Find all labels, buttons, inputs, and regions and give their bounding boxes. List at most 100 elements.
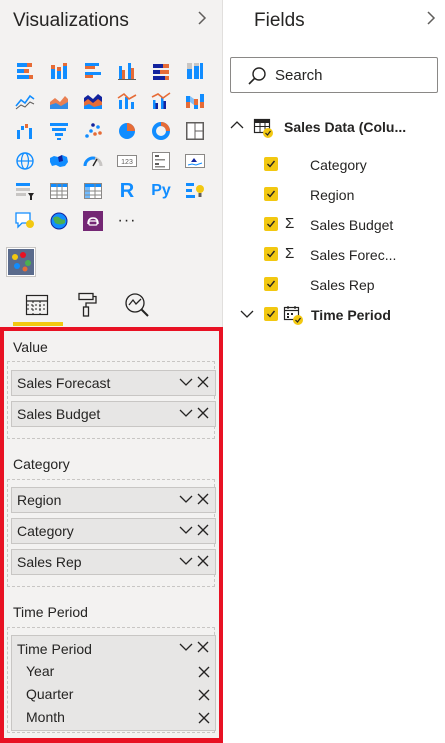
100-stacked-column-chart-icon[interactable] <box>178 56 212 86</box>
field-item-sales-rep[interactable]: Sales Rep <box>264 273 444 297</box>
stacked-area-chart-icon[interactable] <box>76 86 110 116</box>
visualization-pane-tabs <box>0 283 223 327</box>
close-icon[interactable] <box>197 711 211 725</box>
hierarchy-level-label: Year <box>26 663 55 679</box>
more-visuals-icon[interactable]: ··· <box>110 206 144 236</box>
python-visual-icon[interactable]: Py <box>144 176 178 206</box>
chevron-down-icon[interactable] <box>179 406 193 420</box>
line-chart-icon[interactable] <box>8 86 42 116</box>
analytics-tab-icon[interactable] <box>117 287 157 323</box>
card-icon[interactable]: 123 <box>110 146 144 176</box>
checkbox-checked-icon[interactable] <box>264 187 278 201</box>
stacked-column-chart-icon[interactable] <box>42 56 76 86</box>
clustered-column-chart-icon[interactable] <box>110 56 144 86</box>
field-item-sales-forecast[interactable]: Σ Sales Forec... <box>264 243 444 267</box>
close-icon[interactable] <box>197 688 211 702</box>
category-field-category[interactable]: Category <box>11 518 216 544</box>
pie-chart-icon[interactable] <box>110 116 144 146</box>
table-name-label: Sales Data (Colu... <box>284 119 407 135</box>
chevron-down-icon[interactable] <box>240 309 254 319</box>
time-hierarchy-month[interactable]: Month <box>11 707 216 729</box>
field-item-sales-budget[interactable]: Σ Sales Budget <box>264 213 444 237</box>
field-pill-label: Sales Budget <box>17 406 101 422</box>
map-icon[interactable] <box>8 146 42 176</box>
visualizations-gallery: 123 R Py ··· <box>8 56 218 236</box>
close-icon[interactable] <box>196 523 210 537</box>
checkbox-checked-icon[interactable] <box>264 157 278 171</box>
field-item-region[interactable]: Region <box>264 183 444 207</box>
field-item-label: Category <box>310 157 367 173</box>
value-field-sales-budget[interactable]: Sales Budget <box>11 401 216 427</box>
chevron-down-icon[interactable] <box>179 523 193 537</box>
chevron-down-icon[interactable] <box>179 640 193 654</box>
area-chart-icon[interactable] <box>42 86 76 116</box>
treemap-icon[interactable] <box>178 116 212 146</box>
arcgis-map-icon[interactable] <box>42 206 76 236</box>
field-wells-panel: Value Sales Forecast Sales Budget Catego… <box>0 327 223 743</box>
ribbon-chart-icon[interactable] <box>178 86 212 116</box>
checkbox-checked-icon[interactable] <box>264 217 278 231</box>
funnel-chart-icon[interactable] <box>42 116 76 146</box>
scatter-chart-icon[interactable] <box>76 116 110 146</box>
active-tab-indicator <box>13 322 63 326</box>
field-item-label: Sales Budget <box>310 217 394 233</box>
gauge-icon[interactable] <box>76 146 110 176</box>
multi-row-card-icon[interactable] <box>144 146 178 176</box>
more-visuals-label: ··· <box>117 212 137 229</box>
field-item-label: Region <box>310 187 355 203</box>
r-script-visual-icon[interactable]: R <box>110 176 144 206</box>
field-item-label: Sales Rep <box>310 277 375 293</box>
fields-tab-icon[interactable] <box>17 287 57 323</box>
value-field-sales-forecast[interactable]: Sales Forecast <box>11 370 216 396</box>
key-influencers-icon[interactable] <box>178 176 212 206</box>
format-tab-icon[interactable] <box>66 287 106 323</box>
power-apps-icon[interactable] <box>76 206 110 236</box>
chevron-up-icon[interactable] <box>230 120 244 130</box>
line-and-clustered-column-chart-icon[interactable] <box>144 86 178 116</box>
hierarchy-level-label: Quarter <box>26 686 74 702</box>
field-pill-label: Category <box>17 523 74 539</box>
close-icon[interactable] <box>196 640 210 654</box>
collapse-visualizations-chevron-icon[interactable] <box>197 10 207 31</box>
line-and-stacked-column-chart-icon[interactable] <box>110 86 144 116</box>
close-icon[interactable] <box>196 492 210 506</box>
field-item-category[interactable]: Category <box>264 153 444 177</box>
stacked-bar-chart-icon[interactable] <box>8 56 42 86</box>
close-icon[interactable] <box>196 406 210 420</box>
fields-search-input[interactable]: Search <box>230 57 438 93</box>
clustered-bar-chart-icon[interactable] <box>76 56 110 86</box>
fields-title: Fields <box>254 10 305 31</box>
close-icon[interactable] <box>196 375 210 389</box>
filled-map-icon[interactable] <box>42 146 76 176</box>
qa-visual-icon[interactable] <box>8 206 42 236</box>
table-icon[interactable] <box>42 176 76 206</box>
checkbox-checked-icon[interactable] <box>264 307 278 321</box>
close-icon[interactable] <box>197 665 211 679</box>
slicer-icon[interactable] <box>8 176 42 206</box>
custom-visual-icon[interactable] <box>6 247 36 277</box>
matrix-icon[interactable] <box>76 176 110 206</box>
card-icon-text: 123 <box>121 159 133 166</box>
donut-chart-icon[interactable] <box>144 116 178 146</box>
field-pill-label: Sales Rep <box>17 554 82 570</box>
python-visual-label: Py <box>151 182 171 199</box>
chevron-down-icon[interactable] <box>179 554 193 568</box>
collapse-fields-chevron-icon[interactable] <box>426 10 436 31</box>
100-stacked-bar-chart-icon[interactable] <box>144 56 178 86</box>
checkbox-checked-icon[interactable] <box>264 277 278 291</box>
time-hierarchy-year[interactable]: Year <box>11 661 216 683</box>
field-item-time-period[interactable]: Time Period <box>238 303 444 327</box>
search-placeholder: Search <box>275 67 323 84</box>
category-field-sales-rep[interactable]: Sales Rep <box>11 549 216 575</box>
chevron-down-icon[interactable] <box>179 492 193 506</box>
category-field-region[interactable]: Region <box>11 487 216 513</box>
table-sales-data[interactable]: Sales Data (Colu... <box>228 116 444 140</box>
waterfall-chart-icon[interactable] <box>8 116 42 146</box>
time-hierarchy-quarter[interactable]: Quarter <box>11 684 216 706</box>
chevron-down-icon[interactable] <box>179 375 193 389</box>
kpi-icon[interactable] <box>178 146 212 176</box>
close-icon[interactable] <box>196 554 210 568</box>
time-period-well-label: Time Period <box>13 604 88 620</box>
checkbox-checked-icon[interactable] <box>264 247 278 261</box>
field-pill-label: Time Period <box>17 641 92 657</box>
